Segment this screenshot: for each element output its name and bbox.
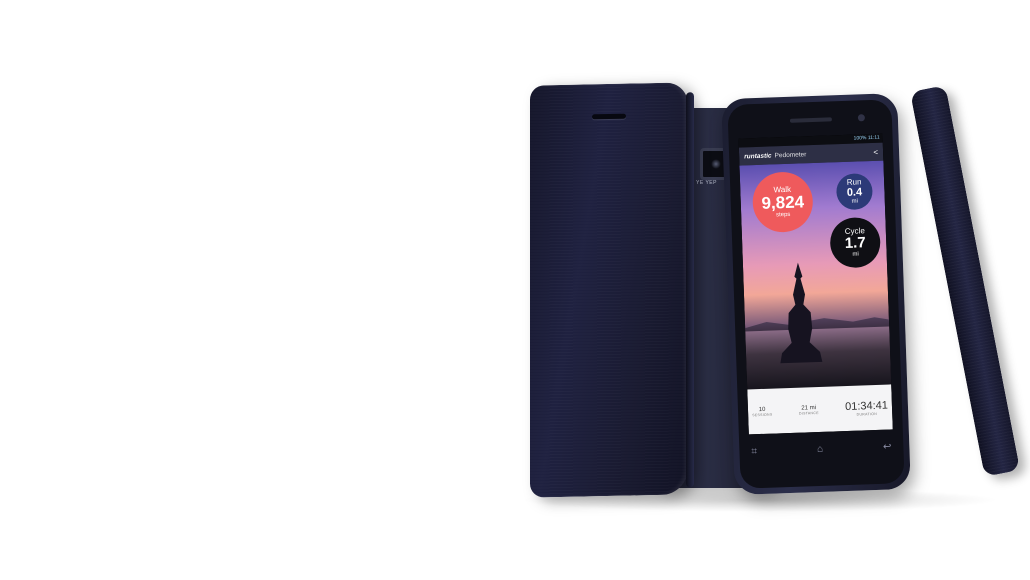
summary-stats-bar: 10 SESSIONS 21 mi DISTANCE 01:34:41 DURA… [747,384,893,435]
distance-label: DISTANCE [798,410,819,416]
back-icon[interactable]: ↩ [883,441,892,457]
walk-stat-circle[interactable]: Walk 9,824 steps [751,171,814,234]
walk-value: 9,824 [761,192,805,213]
front-bezel: 100% 11:11 runtastic Pedometer < Walk 9,… [727,99,905,489]
flip-cover [530,82,694,498]
front-camera-icon [857,114,865,122]
phone-screen: 100% 11:11 runtastic Pedometer < Walk 9,… [738,133,893,435]
phone-side-profile [910,85,1021,477]
cover-spine [686,92,694,488]
walk-unit: steps [775,211,791,219]
cycle-unit: mi [852,251,859,258]
yoga-person-silhouette [780,262,823,364]
earpiece-slot [592,113,626,120]
duration-value: 01:34:41 [844,399,889,413]
run-value: 0.4 [846,186,863,199]
app-logo: runtastic [744,151,772,160]
home-icon[interactable]: ⌂ [817,444,824,460]
yoga-background: Walk 9,824 steps Run 0.4 mi Cycle 1.7 mi [739,160,892,390]
brand-text: YE YEP [696,180,717,186]
phone-front: 100% 11:11 runtastic Pedometer < Walk 9,… [721,93,911,495]
cycle-stat-circle[interactable]: Cycle 1.7 mi [829,216,882,269]
run-stat-circle[interactable]: Run 0.4 mi [835,172,874,211]
sessions-stat: 10 SESSIONS [752,406,773,417]
cycle-value: 1.7 [844,234,866,252]
earpiece [789,117,832,123]
camera-lens-icon [711,159,721,169]
apps-icon[interactable]: ⌗ [751,446,757,462]
run-unit: mi [851,198,859,205]
distance-stat: 21 mi DISTANCE [798,404,819,416]
share-icon[interactable]: < [873,147,878,156]
product-scene: YE YEP 100% 11:11 runtastic Pedometer < [0,0,1030,580]
duration-stat: 01:34:41 DURATION [845,399,888,416]
app-title: Pedometer [774,150,807,159]
navigation-keys: ⌗ ⌂ ↩ [751,441,891,462]
sessions-label: SESSIONS [752,412,773,417]
